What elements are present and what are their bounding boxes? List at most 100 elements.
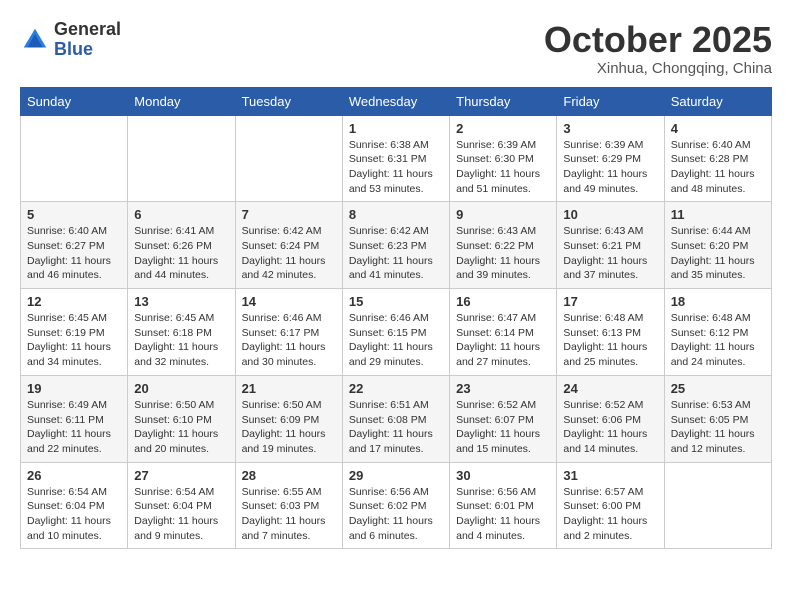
calendar-cell: 31 Sunrise: 6:57 AMSunset: 6:00 PMDayligh… (557, 462, 664, 549)
calendar-table: SundayMondayTuesdayWednesdayThursdayFrid… (20, 87, 772, 550)
calendar-cell: 21 Sunrise: 6:50 AMSunset: 6:09 PMDayligh… (235, 375, 342, 462)
calendar-cell: 20 Sunrise: 6:50 AMSunset: 6:10 PMDayligh… (128, 375, 235, 462)
day-number: 14 (242, 294, 336, 309)
calendar-cell: 5 Sunrise: 6:40 AMSunset: 6:27 PMDaylight… (21, 202, 128, 289)
weekday-header-sunday: Sunday (21, 87, 128, 115)
day-info: Sunrise: 6:48 AMSunset: 6:12 PMDaylight:… (671, 311, 765, 370)
day-info: Sunrise: 6:46 AMSunset: 6:15 PMDaylight:… (349, 311, 443, 370)
month-title: October 2025 (544, 20, 772, 60)
calendar-cell: 1 Sunrise: 6:38 AMSunset: 6:31 PMDaylight… (342, 115, 449, 202)
day-number: 31 (563, 468, 657, 483)
day-info: Sunrise: 6:46 AMSunset: 6:17 PMDaylight:… (242, 311, 336, 370)
day-number: 6 (134, 207, 228, 222)
day-number: 11 (671, 207, 765, 222)
day-number: 16 (456, 294, 550, 309)
day-info: Sunrise: 6:57 AMSunset: 6:00 PMDaylight:… (563, 485, 657, 544)
day-info: Sunrise: 6:50 AMSunset: 6:10 PMDaylight:… (134, 398, 228, 457)
day-info: Sunrise: 6:56 AMSunset: 6:01 PMDaylight:… (456, 485, 550, 544)
calendar-cell (235, 115, 342, 202)
calendar-cell: 29Sunrise: 6:56 AMSunset: 6:02 PMDayligh… (342, 462, 449, 549)
calendar-week-row: 1 Sunrise: 6:38 AMSunset: 6:31 PMDaylight… (21, 115, 772, 202)
day-info: Sunrise: 6:41 AMSunset: 6:26 PMDaylight:… (134, 224, 228, 283)
day-number: 13 (134, 294, 228, 309)
day-number: 7 (242, 207, 336, 222)
calendar-cell: 28 Sunrise: 6:55 AMSunset: 6:03 PMDayligh… (235, 462, 342, 549)
calendar-cell: 30 Sunrise: 6:56 AMSunset: 6:01 PMDayligh… (450, 462, 557, 549)
calendar-cell: 16 Sunrise: 6:47 AMSunset: 6:14 PMDayligh… (450, 289, 557, 376)
calendar-cell: 9 Sunrise: 6:43 AMSunset: 6:22 PMDaylight… (450, 202, 557, 289)
calendar-cell: 24Sunrise: 6:52 AMSunset: 6:06 PMDayligh… (557, 375, 664, 462)
day-info: Sunrise: 6:52 AMSunset: 6:07 PMDaylight:… (456, 398, 550, 457)
day-number: 1 (349, 121, 443, 136)
day-number: 24 (563, 381, 657, 396)
day-info: Sunrise: 6:50 AMSunset: 6:09 PMDaylight:… (242, 398, 336, 457)
day-number: 21 (242, 381, 336, 396)
calendar-cell: 10Sunrise: 6:43 AMSunset: 6:21 PMDayligh… (557, 202, 664, 289)
day-number: 30 (456, 468, 550, 483)
day-number: 5 (27, 207, 121, 222)
logo-text: General Blue (54, 20, 121, 60)
day-info: Sunrise: 6:40 AMSunset: 6:28 PMDaylight:… (671, 138, 765, 197)
calendar-cell: 13 Sunrise: 6:45 AMSunset: 6:18 PMDayligh… (128, 289, 235, 376)
day-info: Sunrise: 6:54 AMSunset: 6:04 PMDaylight:… (134, 485, 228, 544)
weekday-header-wednesday: Wednesday (342, 87, 449, 115)
calendar-cell: 4 Sunrise: 6:40 AMSunset: 6:28 PMDaylight… (664, 115, 771, 202)
day-info: Sunrise: 6:45 AMSunset: 6:18 PMDaylight:… (134, 311, 228, 370)
day-number: 2 (456, 121, 550, 136)
calendar-cell: 14 Sunrise: 6:46 AMSunset: 6:17 PMDayligh… (235, 289, 342, 376)
day-info: Sunrise: 6:48 AMSunset: 6:13 PMDaylight:… (563, 311, 657, 370)
day-number: 27 (134, 468, 228, 483)
calendar-cell: 27 Sunrise: 6:54 AMSunset: 6:04 PMDayligh… (128, 462, 235, 549)
calendar-cell: 26 Sunrise: 6:54 AMSunset: 6:04 PMDayligh… (21, 462, 128, 549)
day-number: 28 (242, 468, 336, 483)
calendar-cell (21, 115, 128, 202)
day-number: 23 (456, 381, 550, 396)
weekday-header-tuesday: Tuesday (235, 87, 342, 115)
calendar-cell: 8Sunrise: 6:42 AMSunset: 6:23 PMDaylight… (342, 202, 449, 289)
day-number: 20 (134, 381, 228, 396)
day-number: 18 (671, 294, 765, 309)
logo-icon (20, 25, 50, 55)
calendar-cell: 25 Sunrise: 6:53 AMSunset: 6:05 PMDayligh… (664, 375, 771, 462)
day-info: Sunrise: 6:51 AMSunset: 6:08 PMDaylight:… (349, 398, 443, 457)
day-info: Sunrise: 6:42 AMSunset: 6:23 PMDaylight:… (349, 224, 443, 283)
day-info: Sunrise: 6:56 AMSunset: 6:02 PMDaylight:… (349, 485, 443, 544)
day-number: 4 (671, 121, 765, 136)
day-number: 26 (27, 468, 121, 483)
calendar-cell (128, 115, 235, 202)
day-info: Sunrise: 6:39 AMSunset: 6:30 PMDaylight:… (456, 138, 550, 197)
day-info: Sunrise: 6:47 AMSunset: 6:14 PMDaylight:… (456, 311, 550, 370)
calendar-cell: 11Sunrise: 6:44 AMSunset: 6:20 PMDayligh… (664, 202, 771, 289)
calendar-cell: 22 Sunrise: 6:51 AMSunset: 6:08 PMDayligh… (342, 375, 449, 462)
calendar-cell: 12 Sunrise: 6:45 AMSunset: 6:19 PMDayligh… (21, 289, 128, 376)
day-info: Sunrise: 6:45 AMSunset: 6:19 PMDaylight:… (27, 311, 121, 370)
calendar-cell: 17 Sunrise: 6:48 AMSunset: 6:13 PMDayligh… (557, 289, 664, 376)
weekday-header-friday: Friday (557, 87, 664, 115)
weekday-header-thursday: Thursday (450, 87, 557, 115)
calendar-cell: 6 Sunrise: 6:41 AMSunset: 6:26 PMDaylight… (128, 202, 235, 289)
day-number: 15 (349, 294, 443, 309)
day-info: Sunrise: 6:39 AMSunset: 6:29 PMDaylight:… (563, 138, 657, 197)
day-info: Sunrise: 6:43 AMSunset: 6:21 PMDaylight:… (563, 224, 657, 283)
calendar-week-row: 5 Sunrise: 6:40 AMSunset: 6:27 PMDaylight… (21, 202, 772, 289)
calendar-cell: 23 Sunrise: 6:52 AMSunset: 6:07 PMDayligh… (450, 375, 557, 462)
logo-blue-text: Blue (54, 40, 121, 60)
day-number: 9 (456, 207, 550, 222)
calendar-week-row: 19Sunrise: 6:49 AMSunset: 6:11 PMDayligh… (21, 375, 772, 462)
day-info: Sunrise: 6:43 AMSunset: 6:22 PMDaylight:… (456, 224, 550, 283)
day-number: 17 (563, 294, 657, 309)
day-info: Sunrise: 6:55 AMSunset: 6:03 PMDaylight:… (242, 485, 336, 544)
calendar-header-row: SundayMondayTuesdayWednesdayThursdayFrid… (21, 87, 772, 115)
day-number: 25 (671, 381, 765, 396)
day-number: 3 (563, 121, 657, 136)
day-number: 12 (27, 294, 121, 309)
day-info: Sunrise: 6:38 AMSunset: 6:31 PMDaylight:… (349, 138, 443, 197)
title-block: October 2025 Xinhua, Chongqing, China (544, 20, 772, 77)
day-number: 22 (349, 381, 443, 396)
day-number: 19 (27, 381, 121, 396)
day-info: Sunrise: 6:54 AMSunset: 6:04 PMDaylight:… (27, 485, 121, 544)
day-info: Sunrise: 6:40 AMSunset: 6:27 PMDaylight:… (27, 224, 121, 283)
logo-general-text: General (54, 20, 121, 40)
day-info: Sunrise: 6:53 AMSunset: 6:05 PMDaylight:… (671, 398, 765, 457)
page-header: General Blue October 2025 Xinhua, Chongq… (20, 20, 772, 77)
